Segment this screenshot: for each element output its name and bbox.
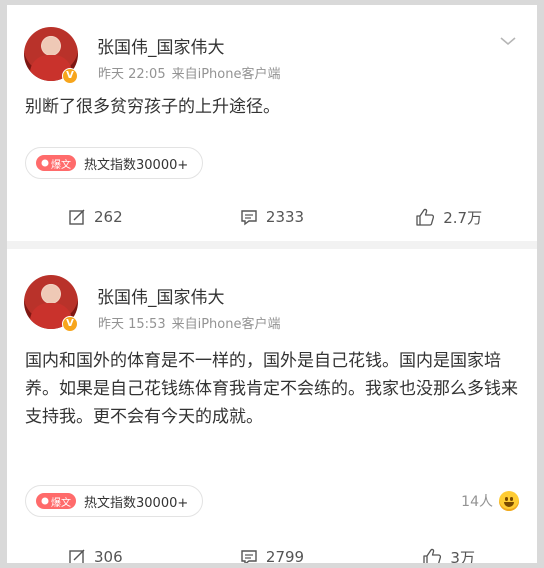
hot-index-text: 热文指数30000+ (84, 157, 189, 173)
post-source: 来自iPhone客户端 (171, 67, 281, 82)
post-card[interactable]: V 张国伟_国家伟大 昨天 22:05 来自iPhone客户端 别断了很多贫穷孩子… (7, 5, 537, 241)
username[interactable]: 张国伟_国家伟大 (97, 283, 225, 308)
thumbs-up-icon (423, 548, 442, 563)
like-button[interactable]: 2.7万 (360, 205, 537, 229)
chevron-down-icon[interactable] (499, 35, 517, 47)
comment-button[interactable]: 2333 (184, 205, 361, 229)
comment-count: 2333 (265, 208, 305, 226)
action-bar: 262 2333 2.7万 (7, 205, 537, 229)
readers[interactable]: 14人 (461, 491, 519, 511)
comment-icon (241, 210, 257, 226)
post-time: 昨天 22:05 (98, 67, 166, 82)
hot-tag-label: 爆文 (51, 497, 71, 509)
thumbs-up-icon (416, 208, 435, 226)
like-count: 3万 (450, 548, 475, 564)
avatar-face (42, 285, 60, 303)
flame-icon (41, 497, 49, 505)
post-card[interactable]: V 张国伟_国家伟大 昨天 15:53 来自iPhone客户端 国内和国外的体育是… (7, 249, 537, 563)
repost-button[interactable]: 306 (7, 545, 184, 563)
post-meta: 昨天 22:05 来自iPhone客户端 (98, 63, 287, 82)
repost-button[interactable]: 262 (7, 205, 184, 229)
like-count: 2.7万 (443, 208, 483, 227)
feed: V 张国伟_国家伟大 昨天 22:05 来自iPhone客户端 别断了很多贫穷孩子… (7, 5, 537, 563)
hot-tag: 爆文 (36, 493, 76, 509)
smiley-icon (499, 491, 519, 511)
hot-index-badge[interactable]: 爆文 热文指数30000+ (25, 147, 204, 179)
comment-icon (241, 550, 257, 563)
comment-count: 2799 (265, 548, 305, 563)
flame-icon (41, 159, 49, 167)
action-bar: 306 2799 3万 (7, 545, 537, 563)
hot-tag-label: 爆文 (51, 159, 71, 171)
like-button[interactable]: 3万 (360, 545, 537, 563)
hot-index-text: 热文指数30000+ (84, 495, 189, 511)
post-text: 别断了很多贫穷孩子的上升途径。 (25, 97, 280, 117)
post-text: 国内和国外的体育是不一样的，国外是自己花钱。国内是国家培养。如果是自己花钱练体育… (25, 351, 518, 427)
verified-badge-icon: V (62, 68, 78, 84)
hot-tag: 爆文 (36, 155, 76, 171)
post-meta: 昨天 15:53 来自iPhone客户端 (98, 313, 287, 332)
share-icon (69, 209, 85, 225)
post-source: 来自iPhone客户端 (171, 317, 281, 332)
username[interactable]: 张国伟_国家伟大 (97, 33, 225, 58)
hot-index-badge[interactable]: 爆文 热文指数30000+ (25, 485, 204, 517)
share-icon (69, 549, 85, 563)
verified-badge-icon: V (62, 316, 78, 332)
comment-button[interactable]: 2799 (184, 545, 361, 563)
post-time: 昨天 15:53 (98, 317, 166, 332)
avatar-face (42, 37, 60, 55)
readers-count: 14人 (461, 494, 493, 510)
repost-count: 306 (94, 548, 123, 563)
repost-count: 262 (94, 208, 123, 226)
